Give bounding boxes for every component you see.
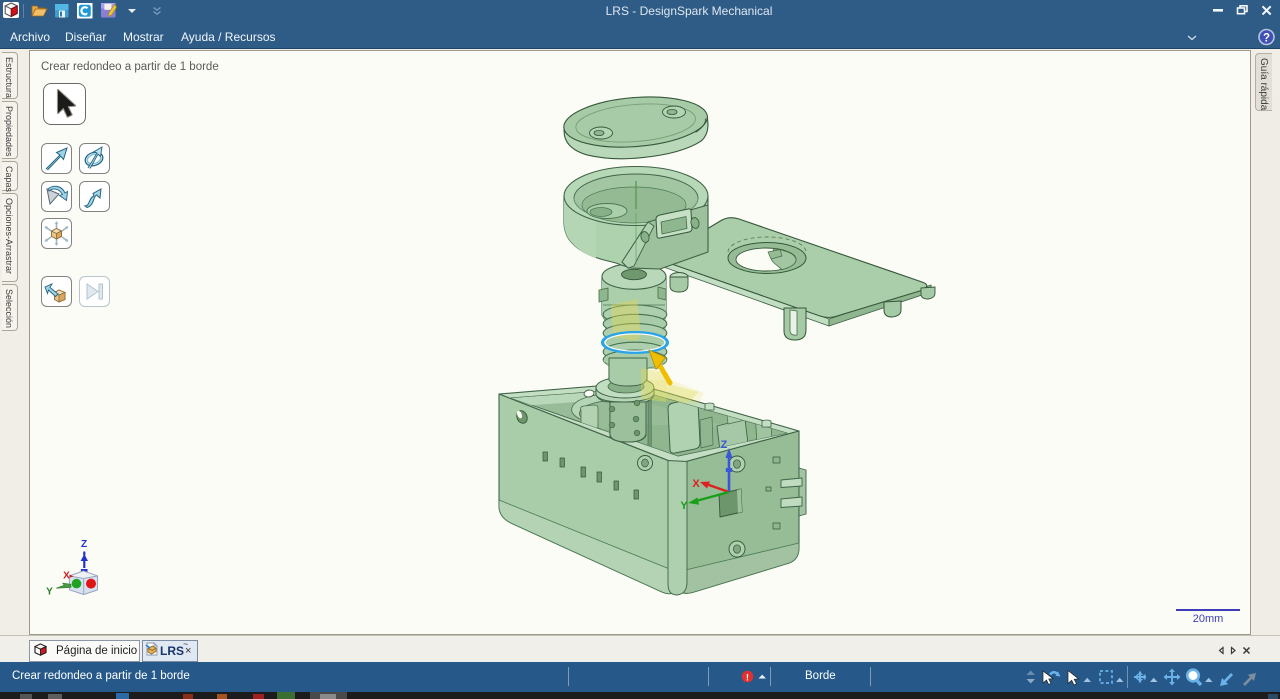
svg-text:Y: Y [680,500,688,512]
svg-text:X: X [692,478,700,490]
svg-text:Z: Z [721,439,728,451]
svg-text:Y: Y [46,587,53,598]
svg-text:20mm: 20mm [1193,613,1224,625]
svg-text:Z: Z [81,539,87,550]
svg-text:X: X [63,571,70,582]
